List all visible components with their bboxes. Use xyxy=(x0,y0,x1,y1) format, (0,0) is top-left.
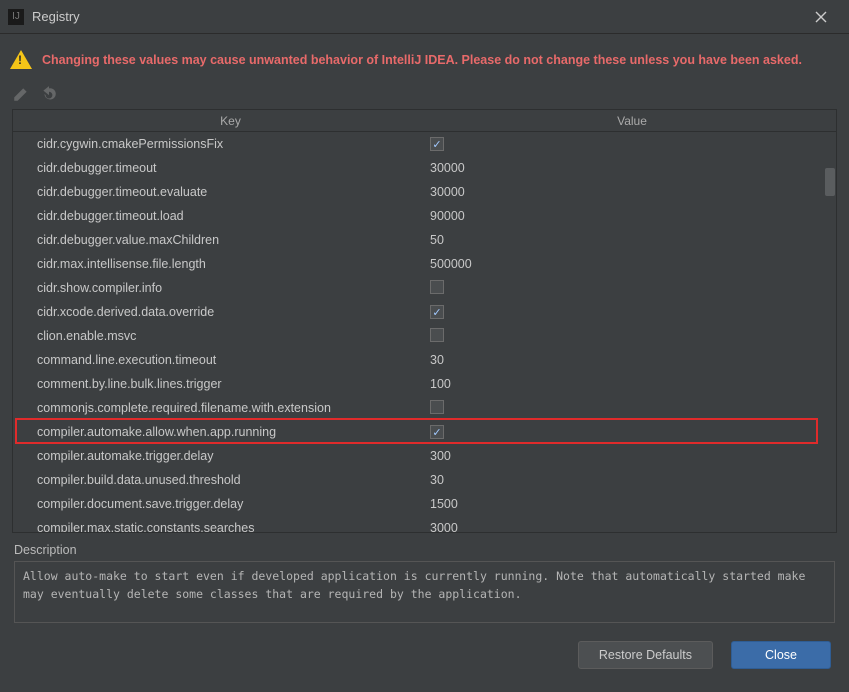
warning-text: Changing these values may cause unwanted… xyxy=(42,53,802,67)
registry-value[interactable]: 50 xyxy=(428,233,836,247)
table-row[interactable]: cidr.debugger.timeout.load90000 xyxy=(13,204,836,228)
table-row[interactable]: compiler.automake.allow.when.app.running xyxy=(13,420,836,444)
registry-value[interactable]: 30 xyxy=(428,353,836,367)
registry-key: cidr.max.intellisense.file.length xyxy=(33,257,428,271)
registry-key: compiler.automake.trigger.delay xyxy=(33,449,428,463)
registry-key: cidr.debugger.value.maxChildren xyxy=(33,233,428,247)
restore-defaults-button[interactable]: Restore Defaults xyxy=(578,641,713,669)
registry-value[interactable]: 30 xyxy=(428,473,836,487)
table-row[interactable]: cidr.cygwin.cmakePermissionsFix xyxy=(13,132,836,156)
registry-key: command.line.execution.timeout xyxy=(33,353,428,367)
registry-key: compiler.document.save.trigger.delay xyxy=(33,497,428,511)
table-row[interactable]: compiler.build.data.unused.threshold30 xyxy=(13,468,836,492)
table-row[interactable]: compiler.max.static.constants.searches30… xyxy=(13,516,836,532)
registry-key: compiler.automake.allow.when.app.running xyxy=(33,425,428,439)
registry-key: compiler.max.static.constants.searches xyxy=(33,521,428,532)
warning-bar: Changing these values may cause unwanted… xyxy=(6,44,843,83)
title-bar: IJ Registry xyxy=(0,0,849,34)
registry-value[interactable] xyxy=(428,305,836,320)
close-icon xyxy=(815,11,827,23)
table-row[interactable]: cidr.debugger.value.maxChildren50 xyxy=(13,228,836,252)
description-label: Description xyxy=(14,543,835,557)
column-value[interactable]: Value xyxy=(428,114,836,128)
window-title: Registry xyxy=(32,9,801,24)
checkbox[interactable] xyxy=(430,400,444,414)
registry-value[interactable] xyxy=(428,280,836,297)
registry-key: compiler.build.data.unused.threshold xyxy=(33,473,428,487)
edit-icon[interactable] xyxy=(12,85,30,103)
registry-key: commonjs.complete.required.filename.with… xyxy=(33,401,428,415)
registry-key: cidr.debugger.timeout.evaluate xyxy=(33,185,428,199)
checkbox[interactable] xyxy=(430,305,444,319)
registry-value[interactable] xyxy=(428,137,836,152)
table-row[interactable]: cidr.debugger.timeout.evaluate30000 xyxy=(13,180,836,204)
table-row[interactable]: cidr.xcode.derived.data.override xyxy=(13,300,836,324)
registry-value[interactable]: 30000 xyxy=(428,185,836,199)
table-body: cidr.cygwin.cmakePermissionsFix cidr.debu… xyxy=(13,132,836,532)
registry-value[interactable]: 30000 xyxy=(428,161,836,175)
description-box: Allow auto-make to start even if develop… xyxy=(14,561,835,623)
registry-value[interactable]: 100 xyxy=(428,377,836,391)
registry-key: comment.by.line.bulk.lines.trigger xyxy=(33,377,428,391)
registry-value[interactable] xyxy=(428,400,836,417)
registry-value[interactable]: 500000 xyxy=(428,257,836,271)
close-button[interactable] xyxy=(801,0,841,34)
table-row[interactable]: compiler.automake.trigger.delay300 xyxy=(13,444,836,468)
toolbar xyxy=(6,83,843,109)
registry-key: cidr.xcode.derived.data.override xyxy=(33,305,428,319)
dialog-footer: Restore Defaults Close xyxy=(6,635,843,679)
table-row[interactable]: cidr.max.intellisense.file.length500000 xyxy=(13,252,836,276)
warning-icon xyxy=(10,50,32,69)
registry-table: Key Value cidr.cygwin.cmakePermissionsFi… xyxy=(12,109,837,533)
registry-value[interactable]: 300 xyxy=(428,449,836,463)
table-row[interactable]: commonjs.complete.required.filename.with… xyxy=(13,396,836,420)
checkbox[interactable] xyxy=(430,328,444,342)
registry-value[interactable] xyxy=(428,425,836,440)
table-row[interactable]: cidr.debugger.timeout30000 xyxy=(13,156,836,180)
registry-key: cidr.cygwin.cmakePermissionsFix xyxy=(33,137,428,151)
registry-key: cidr.debugger.timeout xyxy=(33,161,428,175)
registry-key: clion.enable.msvc xyxy=(33,329,428,343)
table-row[interactable]: compiler.document.save.trigger.delay1500 xyxy=(13,492,836,516)
table-row[interactable]: cidr.show.compiler.info xyxy=(13,276,836,300)
vertical-scrollbar[interactable] xyxy=(824,132,836,532)
close-dialog-button[interactable]: Close xyxy=(731,641,831,669)
checkbox[interactable] xyxy=(430,280,444,294)
table-row[interactable]: comment.by.line.bulk.lines.trigger100 xyxy=(13,372,836,396)
table-header: Key Value xyxy=(13,110,836,132)
registry-key: cidr.show.compiler.info xyxy=(33,281,428,295)
checkbox[interactable] xyxy=(430,425,444,439)
registry-value[interactable]: 1500 xyxy=(428,497,836,511)
registry-value[interactable]: 90000 xyxy=(428,209,836,223)
column-key[interactable]: Key xyxy=(33,114,428,128)
registry-value[interactable]: 3000 xyxy=(428,521,836,532)
registry-value[interactable] xyxy=(428,328,836,345)
table-row[interactable]: command.line.execution.timeout30 xyxy=(13,348,836,372)
table-row[interactable]: clion.enable.msvc xyxy=(13,324,836,348)
app-icon: IJ xyxy=(8,9,24,25)
scroll-thumb[interactable] xyxy=(825,168,835,196)
registry-key: cidr.debugger.timeout.load xyxy=(33,209,428,223)
revert-icon[interactable] xyxy=(40,85,58,103)
checkbox[interactable] xyxy=(430,137,444,151)
